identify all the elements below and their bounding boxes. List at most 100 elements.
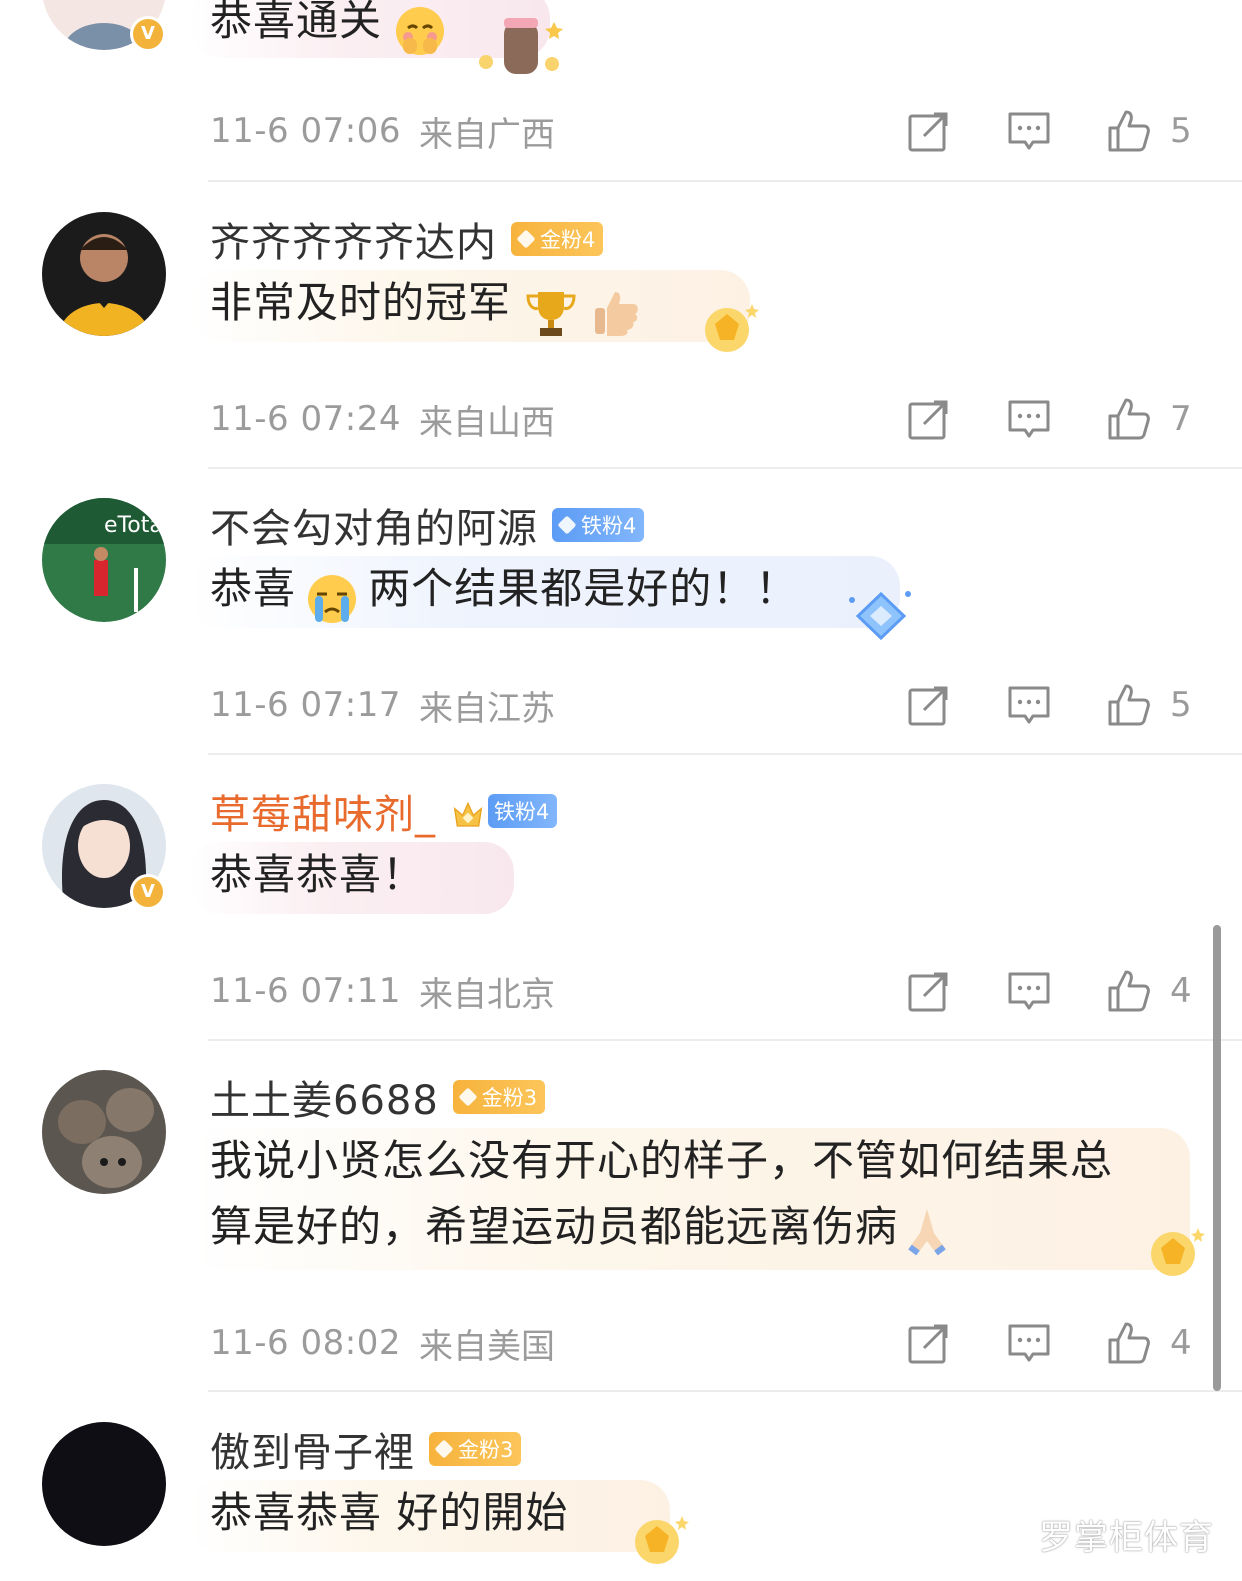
comment-time: 11-6 08:02 [210,1323,401,1363]
verified-icon: V [130,874,166,910]
comment-time: 11-6 07:06 [210,111,401,151]
comment-meta: 11-6 07:24 来自山西 7 [210,394,1192,444]
comment-time: 11-6 07:17 [210,685,401,725]
diamond-decoration-icon [844,586,918,646]
divider [208,753,1242,755]
comment-actions: 4 [852,966,1192,1016]
comment-location: 来自江苏 [418,688,555,729]
fan-badge-label: 铁粉4 [494,800,550,824]
comment-actions: 5 [852,680,1192,730]
fan-badge-label: 铁粉4 [581,514,637,538]
comment-actions: 7 [852,394,1192,444]
repost-icon[interactable] [906,108,952,154]
comment-time: 11-6 07:24 [210,399,401,439]
comment-text-line: 我说小贤怎么没有开心的样子，不管如何结果总 [210,1136,1114,1185]
like-count: 7 [1170,399,1192,439]
avatar-image [42,1070,166,1194]
avatar[interactable]: eTotal [42,498,166,622]
gem-icon [516,229,536,249]
comment-location: 来自北京 [418,974,555,1015]
like-icon[interactable] [1106,108,1152,154]
scrollbar[interactable] [1213,925,1221,1391]
comment-text: 恭喜恭喜 好的開始 [210,1488,569,1537]
fan-badge-label: 金粉3 [458,1438,514,1462]
comment-bubble: 非常及时的冠军 [190,270,750,342]
reply-icon[interactable] [1006,1320,1052,1366]
repost-icon[interactable] [906,1320,952,1366]
comment-bubble: 恭喜 两个结果都是好的！！ [190,556,900,628]
repost-icon[interactable] [906,968,952,1014]
comment-meta: 11-6 07:06 来自广西 5 [210,106,1192,156]
gold-medal-decoration-icon [1136,1222,1210,1282]
gold-medal-decoration-icon [620,1510,694,1570]
crying-face-emoji-icon [305,572,359,626]
comment-bubble: 恭喜恭喜！ [190,842,514,914]
fan-badge: 金粉3 [452,1080,546,1114]
avatar-image: eTotal [42,498,166,622]
comment-text-part: 两个结果都是好的！！ [368,564,799,613]
svg-text:eTotal: eTotal [104,513,166,538]
comment-meta: 11-6 07:17 来自江苏 5 [210,680,1192,730]
username[interactable]: 土土姜6688 [210,1068,439,1126]
username-row: 傲到骨子裡 金粉3 [210,1424,522,1476]
milk-tea-decoration-icon [474,12,566,78]
username-row: 齐齐齐齐齐达内 金粉4 [210,214,604,266]
fan-badge: 铁粉4 [488,794,558,828]
gold-medal-decoration-icon [690,298,764,358]
username[interactable]: 草莓甜味剂_ [210,782,436,840]
comment-meta: 11-6 08:02 来自美国 4 [210,1318,1192,1368]
folded-hands-emoji-icon [900,1203,954,1257]
gem-icon [458,1087,478,1107]
username-row: 草莓甜味剂_ 铁粉4 [210,786,558,838]
avatar-image [42,212,166,336]
fan-badge: 金粉4 [511,222,604,256]
avatar[interactable] [42,212,166,336]
reply-icon[interactable] [1006,396,1052,442]
username[interactable]: 傲到骨子裡 [210,1420,415,1478]
comment-meta: 11-6 07:11 来自北京 4 [210,966,1192,1016]
fan-badge-label: 金粉4 [540,228,596,252]
reply-icon[interactable] [1006,108,1052,154]
comment-text: 恭喜通关 [210,0,383,45]
fan-badge: 金粉3 [429,1432,522,1466]
divider [208,1390,1242,1392]
verified-icon: V [130,16,166,52]
like-icon[interactable] [1106,396,1152,442]
thumbs-up-emoji-icon [589,286,643,340]
comment-location: 来自美国 [418,1326,555,1367]
comment-location: 来自山西 [418,402,555,443]
comment-bubble: 恭喜恭喜 好的開始 [190,1480,670,1552]
like-count: 4 [1170,971,1192,1011]
reply-icon[interactable] [1006,682,1052,728]
comment-location: 来自广西 [418,114,555,155]
comment-text-part: 算是好的，希望运动员都能远离伤病 [210,1202,899,1251]
comment-text: 非常及时的冠军 [210,278,512,327]
username[interactable]: 不会勾对角的阿源 [210,496,538,554]
like-count: 4 [1170,1323,1192,1363]
trophy-emoji-icon [524,286,578,340]
divider [208,467,1242,469]
fan-badge: 铁粉4 [552,508,645,542]
vip-crown-icon [448,794,482,828]
like-icon[interactable] [1106,1320,1152,1366]
username-row: 土土姜6688 金粉3 [210,1072,546,1124]
comment-time: 11-6 07:11 [210,971,401,1011]
gem-icon [434,1439,454,1459]
divider [208,1039,1242,1041]
like-icon[interactable] [1106,682,1152,728]
reply-icon[interactable] [1006,968,1052,1014]
repost-icon[interactable] [906,396,952,442]
avatar[interactable] [42,1070,166,1194]
like-icon[interactable] [1106,968,1152,1014]
like-count: 5 [1170,685,1192,725]
username[interactable]: 齐齐齐齐齐达内 [210,210,497,268]
comment-actions: 5 [852,106,1192,156]
gem-icon [557,515,577,535]
username-row: 不会勾对角的阿源 铁粉4 [210,500,645,552]
comment-bubble: 我说小贤怎么没有开心的样子，不管如何结果总 算是好的，希望运动员都能远离伤病 [190,1128,1190,1270]
repost-icon[interactable] [906,682,952,728]
comment-text-line: 算是好的，希望运动员都能远离伤病 [210,1194,1130,1260]
avatar[interactable] [42,1422,166,1546]
avatar-image [42,1422,166,1546]
watermark: 罗掌柜体育 [1039,1518,1214,1558]
